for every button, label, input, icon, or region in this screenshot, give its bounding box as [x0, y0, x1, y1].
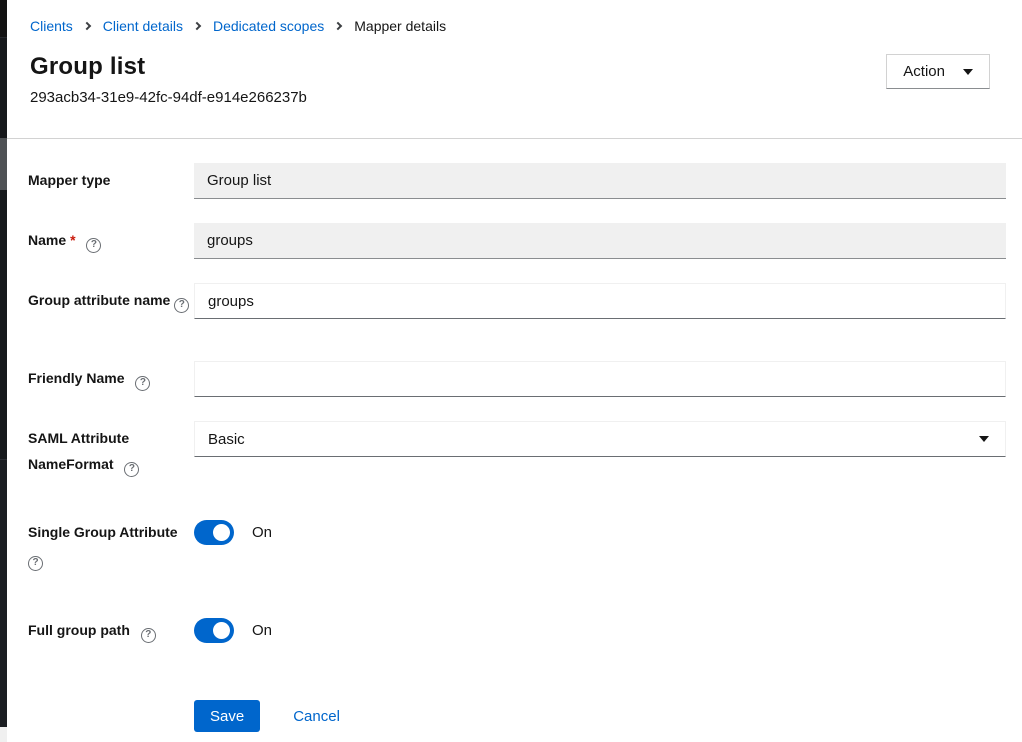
toggle-knob	[213, 524, 230, 541]
form-row-friendly-name: Friendly Name ?	[28, 361, 1006, 397]
form-row-single-group-attribute: Single Group Attribute ? On	[28, 519, 1006, 571]
form-row-mapper-type: Mapper type	[28, 163, 1006, 199]
page-header: Clients Client details Dedicated scopes …	[7, 0, 1022, 139]
help-icon[interactable]: ?	[86, 238, 101, 253]
page-title: Group list	[30, 51, 1022, 83]
breadcrumb-clients-link[interactable]: Clients	[30, 17, 73, 35]
help-icon[interactable]: ?	[28, 556, 43, 571]
name-label-text: Name	[28, 232, 66, 248]
breadcrumb-client-details-link[interactable]: Client details	[103, 17, 183, 35]
single-group-attribute-toggle[interactable]	[194, 520, 234, 545]
main-content: Clients Client details Dedicated scopes …	[7, 0, 1022, 742]
saml-attribute-nameformat-label-text: SAML Attribute NameFormat	[28, 430, 129, 472]
saml-attribute-nameformat-selected-value: Basic	[208, 431, 245, 448]
single-group-attribute-label-text: Single Group Attribute	[28, 524, 178, 540]
full-group-path-label-text: Full group path	[28, 622, 130, 638]
full-group-path-control: On	[194, 617, 1006, 643]
name-input	[194, 223, 1006, 259]
save-button[interactable]: Save	[194, 700, 260, 732]
single-group-attribute-control: On	[194, 519, 1006, 545]
group-attribute-name-label-text: Group attribute name	[28, 292, 170, 308]
sidebar-edge-middle	[0, 190, 7, 460]
breadcrumb-dedicated-scopes-link[interactable]: Dedicated scopes	[213, 17, 324, 35]
name-control	[194, 223, 1006, 259]
mapper-details-form: Mapper type Name* ? Group attribute name…	[7, 139, 1022, 732]
group-attribute-name-input[interactable]	[194, 283, 1006, 319]
help-icon[interactable]: ?	[141, 628, 156, 643]
sidebar-edge-top	[0, 38, 7, 138]
single-group-attribute-state: On	[252, 524, 272, 541]
mapper-type-label-text: Mapper type	[28, 172, 110, 188]
masthead-edge	[0, 0, 7, 38]
mapper-type-input	[194, 163, 1006, 199]
saml-attribute-nameformat-select[interactable]: Basic	[194, 421, 1006, 457]
single-group-attribute-label: Single Group Attribute ?	[28, 519, 194, 571]
sidebar-edge-footer	[0, 727, 7, 742]
friendly-name-input[interactable]	[194, 361, 1006, 397]
group-attribute-name-label: Group attribute name ?	[28, 283, 194, 313]
friendly-name-control	[194, 361, 1006, 397]
form-row-name: Name* ?	[28, 223, 1006, 259]
help-icon[interactable]: ?	[124, 462, 139, 477]
friendly-name-label: Friendly Name ?	[28, 361, 194, 391]
sidebar-active-item-sliver	[0, 138, 7, 190]
nav-sidebar-edge	[0, 0, 7, 742]
breadcrumb-chevron-icon	[193, 22, 201, 30]
caret-down-icon	[963, 69, 973, 75]
friendly-name-label-text: Friendly Name	[28, 370, 124, 386]
help-icon[interactable]: ?	[174, 298, 189, 313]
action-dropdown-label: Action	[903, 63, 945, 80]
form-row-full-group-path: Full group path ? On	[28, 617, 1006, 643]
breadcrumb-chevron-icon	[83, 22, 91, 30]
full-group-path-label: Full group path ?	[28, 617, 194, 643]
breadcrumb-chevron-icon	[334, 22, 342, 30]
caret-down-icon	[979, 436, 989, 442]
group-attribute-name-control	[194, 283, 1006, 319]
form-actions: Save Cancel	[194, 700, 1006, 732]
saml-attribute-nameformat-control: Basic	[194, 421, 1006, 457]
full-group-path-toggle[interactable]	[194, 618, 234, 643]
sidebar-edge-bottom	[0, 460, 7, 727]
full-group-path-state: On	[252, 622, 272, 639]
toggle-knob	[213, 622, 230, 639]
mapper-type-control	[194, 163, 1006, 199]
mapper-id-subtitle: 293acb34-31e9-42fc-94df-e914e266237b	[30, 88, 1022, 108]
form-row-saml-attribute-nameformat: SAML Attribute NameFormat ? Basic	[28, 421, 1006, 477]
breadcrumb: Clients Client details Dedicated scopes …	[30, 17, 1022, 35]
cancel-link[interactable]: Cancel	[293, 708, 340, 725]
help-icon[interactable]: ?	[135, 376, 150, 391]
mapper-type-label: Mapper type	[28, 163, 194, 193]
saml-attribute-nameformat-label: SAML Attribute NameFormat ?	[28, 421, 194, 477]
breadcrumb-current-page: Mapper details	[354, 17, 446, 35]
action-dropdown-button[interactable]: Action	[886, 54, 990, 89]
required-asterisk: *	[70, 232, 75, 248]
form-row-group-attribute-name: Group attribute name ?	[28, 283, 1006, 319]
name-label: Name* ?	[28, 223, 194, 253]
